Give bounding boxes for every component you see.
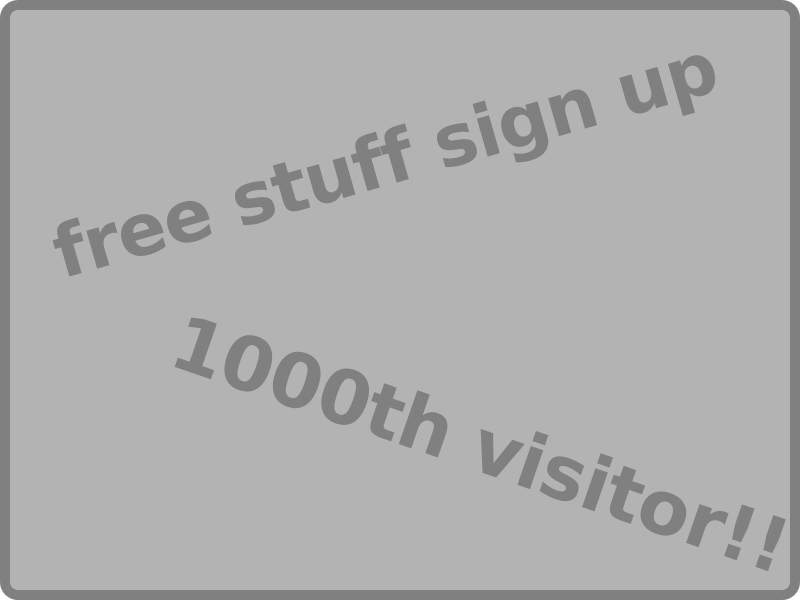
spam-banner[interactable]: free stuff sign up 1000th visitor!!: [0, 0, 800, 600]
thousandth-visitor-text: 1000th visitor!!: [160, 297, 800, 592]
free-stuff-sign-up-text: free stuff sign up: [43, 25, 727, 295]
